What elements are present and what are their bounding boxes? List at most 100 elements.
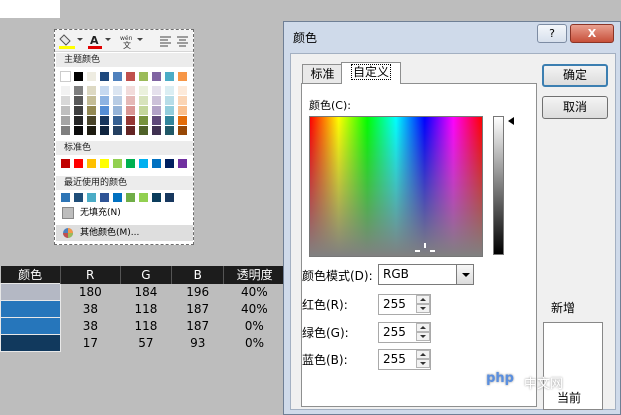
- phonetic-guide-button[interactable]: wén 文: [119, 33, 137, 50]
- theme-shade-swatch[interactable]: [100, 116, 109, 125]
- theme-shade-swatch[interactable]: [126, 96, 135, 105]
- theme-shade-swatch[interactable]: [165, 106, 174, 115]
- chevron-down-icon[interactable]: [456, 265, 473, 284]
- fill-color-button[interactable]: [59, 33, 81, 49]
- theme-shade-swatch[interactable]: [87, 86, 96, 95]
- theme-shade-swatch[interactable]: [139, 106, 148, 115]
- theme-shade-swatch[interactable]: [178, 86, 187, 95]
- more-colors-option[interactable]: 其他颜色(M)...: [56, 225, 193, 241]
- theme-shade-swatch[interactable]: [87, 126, 96, 135]
- theme-shade-swatch[interactable]: [126, 126, 135, 135]
- help-button[interactable]: ?: [537, 24, 567, 43]
- theme-shade-swatch[interactable]: [139, 126, 148, 135]
- theme-shade-swatch[interactable]: [126, 116, 135, 125]
- standard-color-swatch[interactable]: [178, 159, 187, 168]
- font-color-button[interactable]: A: [87, 33, 105, 49]
- theme-shade-swatch[interactable]: [152, 96, 161, 105]
- recent-color-swatch[interactable]: [152, 193, 161, 202]
- theme-color-swatch[interactable]: [178, 72, 187, 81]
- cancel-button[interactable]: 取消: [542, 96, 608, 119]
- theme-shade-swatch[interactable]: [113, 116, 122, 125]
- theme-shade-swatch[interactable]: [178, 116, 187, 125]
- align-left-button[interactable]: [159, 33, 173, 49]
- theme-shade-swatch[interactable]: [139, 116, 148, 125]
- theme-shade-swatch[interactable]: [74, 86, 83, 95]
- theme-shade-swatch[interactable]: [87, 116, 96, 125]
- standard-color-swatch[interactable]: [100, 159, 109, 168]
- luminance-pointer-icon[interactable]: [508, 117, 514, 125]
- standard-color-swatch[interactable]: [165, 159, 174, 168]
- theme-shade-swatch[interactable]: [165, 116, 174, 125]
- recent-color-swatch[interactable]: [100, 193, 109, 202]
- theme-color-swatch[interactable]: [139, 72, 148, 81]
- recent-color-swatch[interactable]: [113, 193, 122, 202]
- recent-color-swatch[interactable]: [165, 193, 174, 202]
- theme-shade-swatch[interactable]: [165, 126, 174, 135]
- color-spectrum-picker[interactable]: [309, 116, 483, 257]
- theme-shade-swatch[interactable]: [152, 116, 161, 125]
- chevron-down-icon[interactable]: [77, 38, 83, 41]
- theme-color-swatch[interactable]: [113, 72, 122, 81]
- standard-color-swatch[interactable]: [152, 159, 161, 168]
- color-model-select[interactable]: RGB: [378, 264, 474, 285]
- theme-shade-swatch[interactable]: [87, 96, 96, 105]
- theme-shade-swatch[interactable]: [61, 86, 70, 95]
- standard-color-swatch[interactable]: [113, 159, 122, 168]
- theme-shade-swatch[interactable]: [100, 96, 109, 105]
- theme-shade-swatch[interactable]: [100, 106, 109, 115]
- theme-shade-swatch[interactable]: [74, 126, 83, 135]
- theme-shade-swatch[interactable]: [113, 96, 122, 105]
- theme-shade-swatch[interactable]: [100, 126, 109, 135]
- theme-shade-swatch[interactable]: [61, 116, 70, 125]
- theme-shade-swatch[interactable]: [152, 126, 161, 135]
- theme-shade-swatch[interactable]: [152, 86, 161, 95]
- red-increment-icon[interactable]: [416, 295, 430, 304]
- blue-decrement-icon[interactable]: [416, 359, 430, 368]
- theme-color-swatch[interactable]: [165, 72, 174, 81]
- standard-color-swatch[interactable]: [126, 159, 135, 168]
- recent-color-swatch[interactable]: [61, 193, 70, 202]
- ok-button[interactable]: 确定: [542, 64, 608, 87]
- standard-color-swatch[interactable]: [87, 159, 96, 168]
- theme-color-swatch[interactable]: [152, 72, 161, 81]
- theme-color-swatch[interactable]: [100, 72, 109, 81]
- theme-shade-swatch[interactable]: [113, 86, 122, 95]
- theme-shade-swatch[interactable]: [152, 106, 161, 115]
- theme-color-swatch[interactable]: [126, 72, 135, 81]
- luminance-slider[interactable]: [493, 116, 504, 255]
- theme-shade-swatch[interactable]: [74, 96, 83, 105]
- close-button[interactable]: X: [570, 24, 614, 43]
- theme-shade-swatch[interactable]: [178, 96, 187, 105]
- theme-shade-swatch[interactable]: [178, 126, 187, 135]
- theme-shade-swatch[interactable]: [126, 106, 135, 115]
- no-fill-option[interactable]: 无填充(N): [56, 205, 193, 221]
- green-decrement-icon[interactable]: [416, 332, 430, 341]
- theme-shade-swatch[interactable]: [74, 106, 83, 115]
- red-input[interactable]: 255: [378, 294, 431, 315]
- theme-shade-swatch[interactable]: [113, 106, 122, 115]
- theme-shade-swatch[interactable]: [87, 106, 96, 115]
- theme-shade-swatch[interactable]: [139, 86, 148, 95]
- recent-color-swatch[interactable]: [87, 193, 96, 202]
- recent-color-swatch[interactable]: [74, 193, 83, 202]
- theme-shade-swatch[interactable]: [113, 126, 122, 135]
- standard-color-swatch[interactable]: [61, 159, 70, 168]
- theme-color-swatch[interactable]: [60, 71, 71, 82]
- tab-standard[interactable]: 标准: [302, 64, 343, 83]
- theme-shade-swatch[interactable]: [61, 96, 70, 105]
- blue-input[interactable]: 255: [378, 349, 431, 370]
- theme-shade-swatch[interactable]: [61, 106, 70, 115]
- green-input[interactable]: 255: [378, 322, 431, 343]
- theme-shade-swatch[interactable]: [165, 86, 174, 95]
- theme-shade-swatch[interactable]: [165, 96, 174, 105]
- theme-shade-swatch[interactable]: [61, 126, 70, 135]
- theme-color-swatch[interactable]: [87, 72, 96, 81]
- theme-shade-swatch[interactable]: [74, 116, 83, 125]
- theme-shade-swatch[interactable]: [126, 86, 135, 95]
- chevron-down-icon[interactable]: [105, 38, 111, 41]
- recent-color-swatch[interactable]: [139, 193, 148, 202]
- tab-custom[interactable]: 自定义: [341, 62, 401, 84]
- standard-color-swatch[interactable]: [74, 159, 83, 168]
- theme-color-swatch[interactable]: [74, 72, 83, 81]
- recent-color-swatch[interactable]: [126, 193, 135, 202]
